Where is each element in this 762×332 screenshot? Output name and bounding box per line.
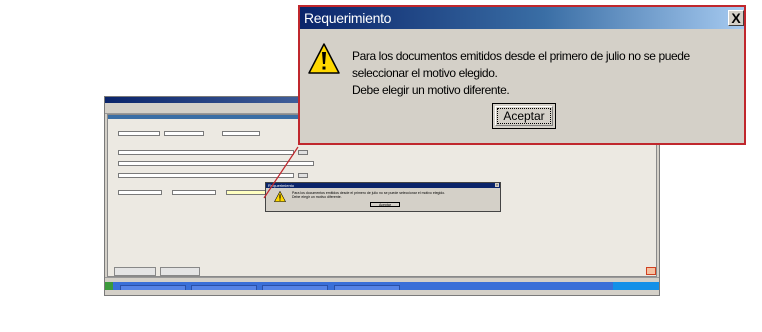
warning-icon [274,191,286,202]
form-field[interactable] [118,150,294,155]
form-field[interactable] [226,190,270,195]
small-dialog-title: Requerimiento [266,183,500,188]
taskbar-item[interactable] [191,284,258,290]
dropdown-field[interactable] [118,161,314,166]
binoculars-icon[interactable] [298,150,308,155]
form-field[interactable] [118,173,294,178]
form-field[interactable] [172,190,216,195]
start-button[interactable] [105,282,113,290]
form-field[interactable] [118,190,162,195]
aceptar-button-label: Aceptar [503,109,545,123]
dialog-message-line2: Debe elegir un motivo diferente. [352,83,510,97]
system-tray [613,282,659,290]
corner-icon[interactable] [646,267,656,275]
dialog-title: Requerimiento [304,10,392,26]
aceptar-button[interactable]: Aceptar [492,103,556,129]
dialog-message: Para los documentos emitidos desde el pr… [352,48,742,99]
form-field[interactable] [222,131,260,136]
taskbar-item[interactable] [262,284,329,290]
requerimiento-dialog: Requerimiento X Para los documentos emit… [298,5,746,145]
close-icon[interactable]: X [728,10,744,26]
binoculars-icon[interactable] [298,173,308,178]
small-dialog-close-icon[interactable]: × [495,183,499,187]
small-dialog-message: Para los documentos emitidos desde el pr… [292,191,492,199]
small-dialog-ok-button[interactable]: Aceptar [370,202,400,207]
dialog-title-bar: Requerimiento X [300,7,744,29]
small-dialog-message-line2: Debe elegir un motivo diferente. [292,195,342,199]
taskbar-item[interactable] [333,284,400,290]
form-field[interactable] [164,131,204,136]
small-dialog: Requerimiento × Para los documentos emit… [265,182,501,212]
bottom-button[interactable] [114,267,156,276]
form-field[interactable] [118,131,160,136]
windows-taskbar [105,282,659,290]
bottom-button[interactable] [160,267,200,276]
dialog-message-line1: Para los documentos emitidos desde el pr… [352,49,690,80]
taskbar-item[interactable] [120,284,187,290]
warning-icon [308,43,340,74]
